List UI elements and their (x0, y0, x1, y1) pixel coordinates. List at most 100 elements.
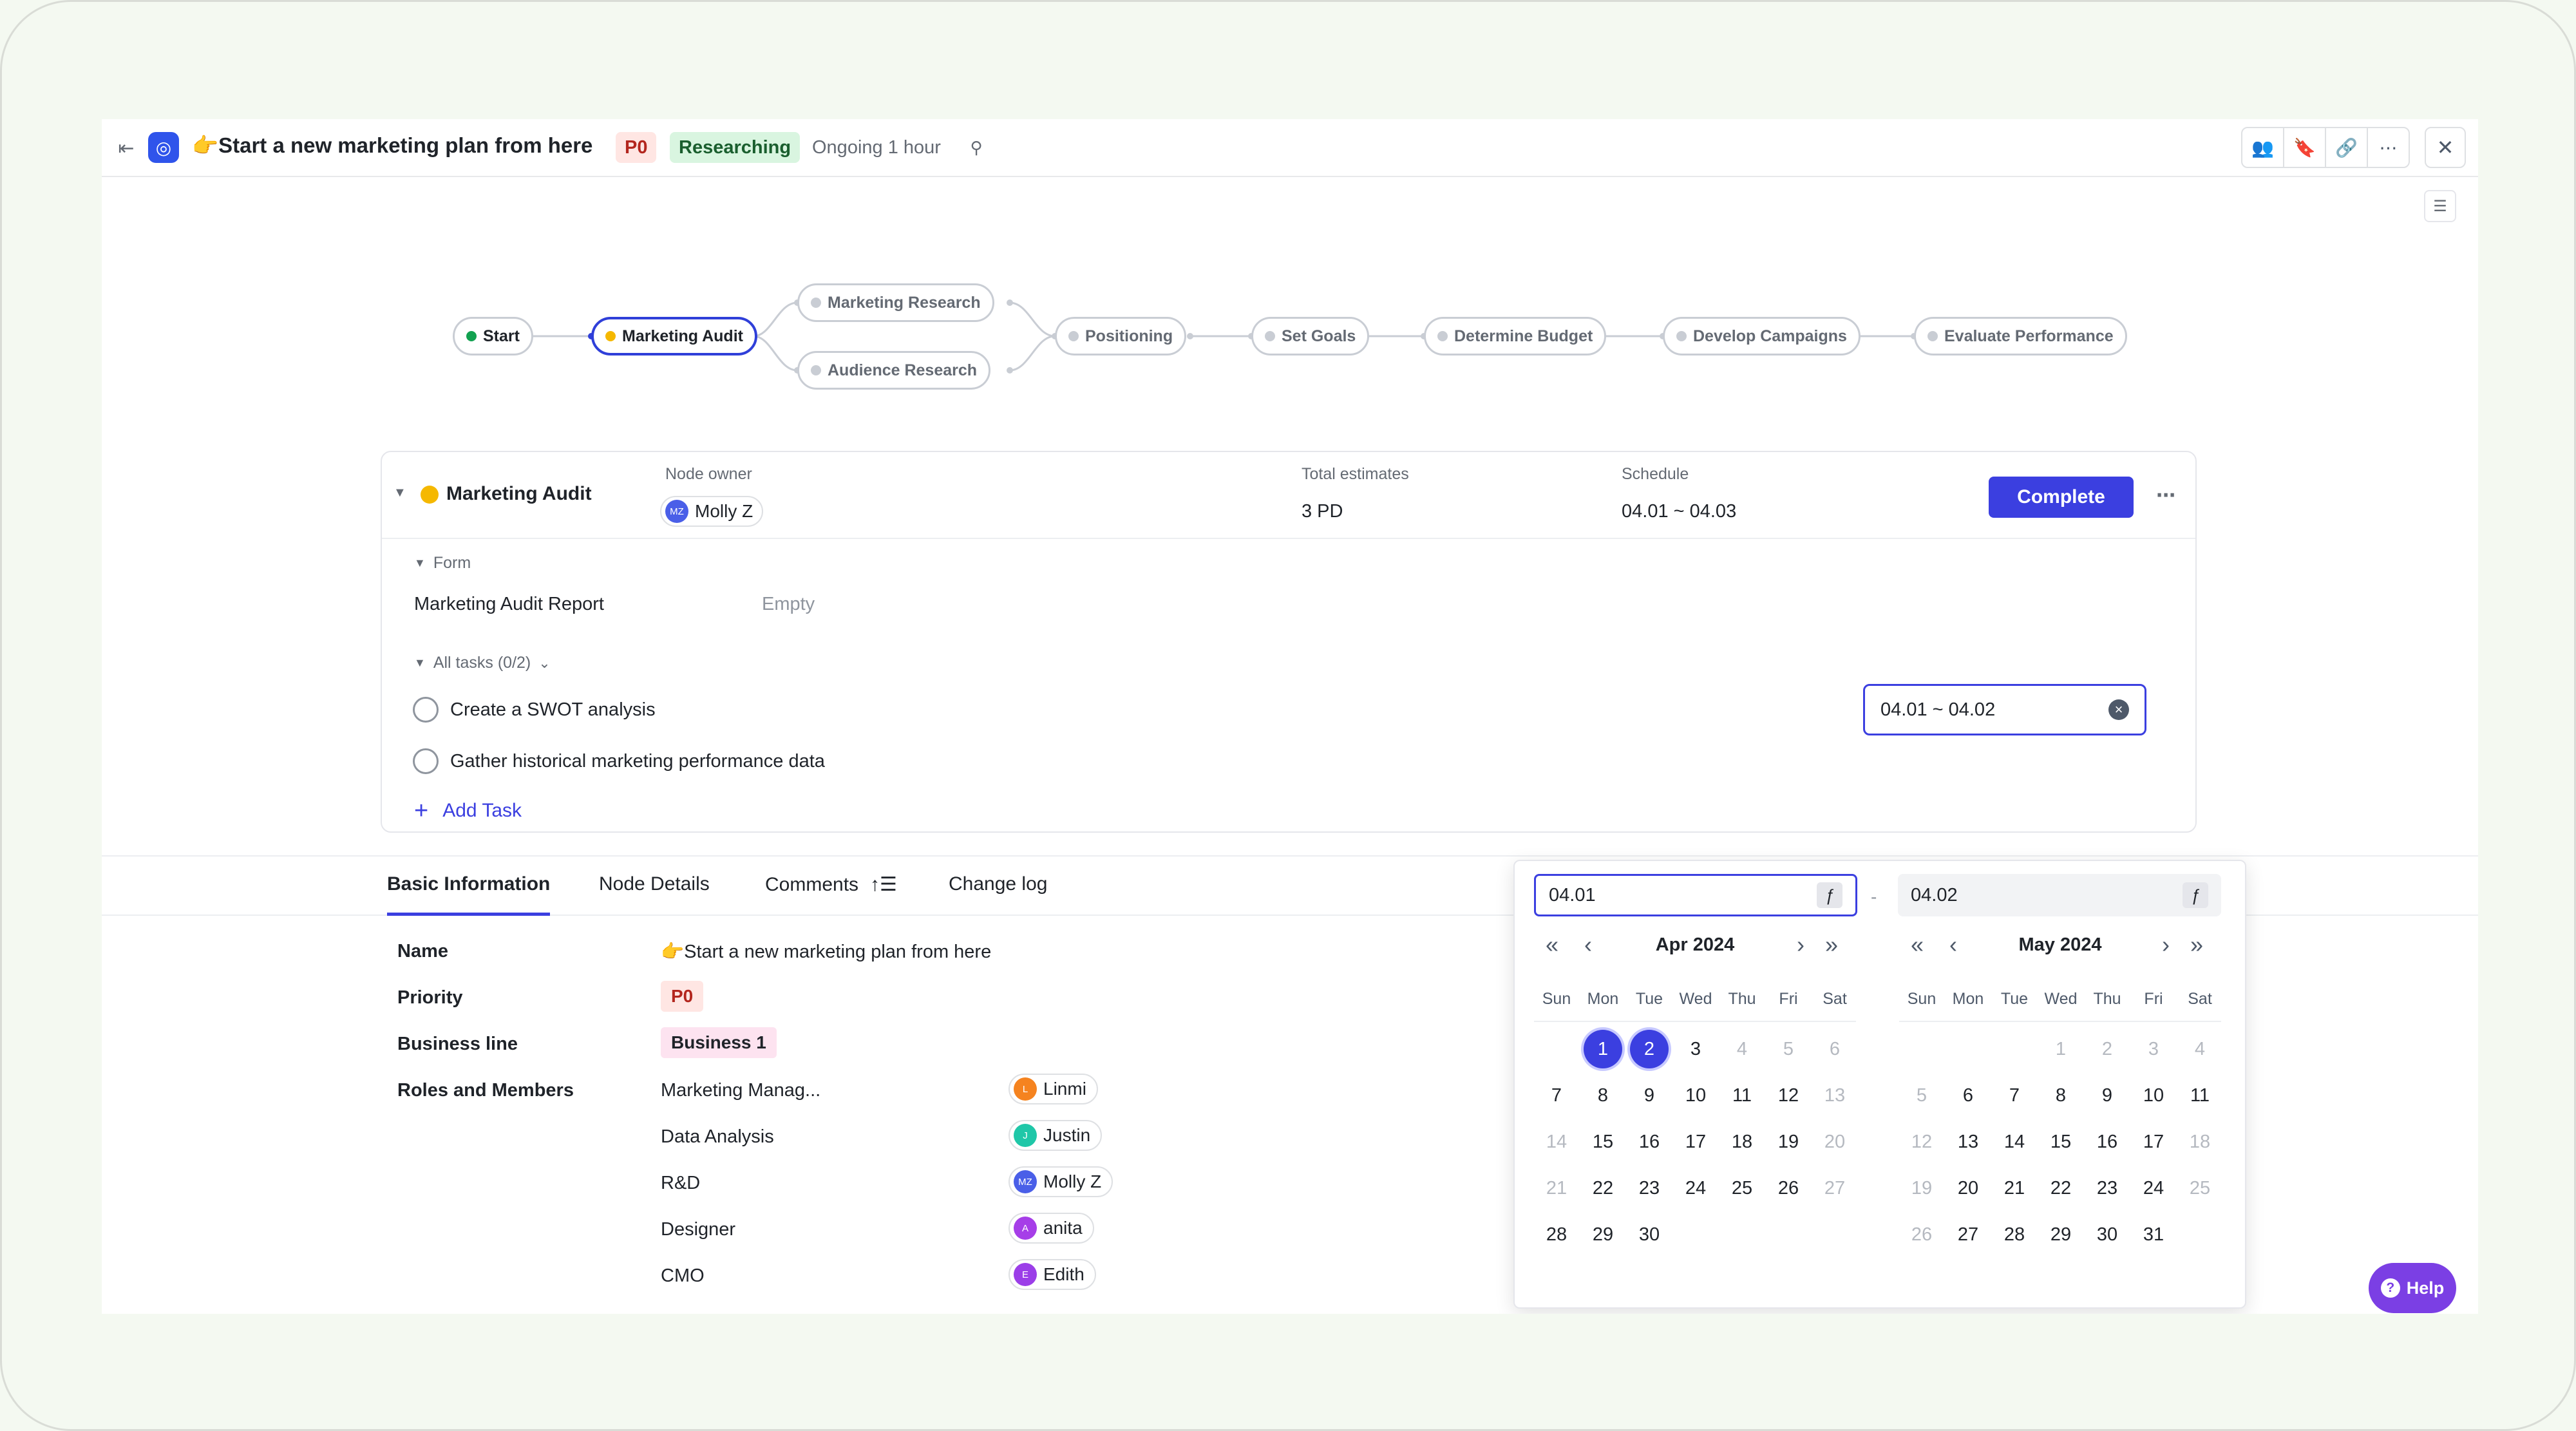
calendar-day[interactable]: 25 (1723, 1169, 1761, 1208)
calendar-day[interactable]: 18 (2181, 1123, 2219, 1161)
flow-node-marketing-audit[interactable]: Marketing Audit (591, 317, 757, 355)
calendar-day[interactable]: 10 (1676, 1076, 1715, 1115)
calendar-day[interactable]: 2 (2088, 1030, 2126, 1068)
tab-change-log[interactable]: Change log (949, 873, 1047, 916)
tasks-section-toggle[interactable]: ▼ All tasks (0/2) ⌄ (414, 654, 551, 672)
calendar-day[interactable]: 4 (1723, 1030, 1761, 1068)
flow-node-audience-research[interactable]: Audience Research (797, 351, 991, 390)
calendar-day[interactable]: 17 (2134, 1123, 2173, 1161)
task-date-input[interactable]: 04.01 ~ 04.02 × (1863, 684, 2146, 735)
calendar-day[interactable]: 28 (1995, 1215, 2034, 1254)
calendar-day[interactable]: 28 (1537, 1215, 1576, 1254)
calendar-day[interactable]: 11 (2181, 1076, 2219, 1115)
priority-chip[interactable]: P0 (661, 981, 704, 1012)
start-date-input[interactable]: 04.01 ƒ (1534, 874, 1857, 916)
calendar-day[interactable]: 21 (1537, 1169, 1576, 1208)
calendar-day[interactable]: 7 (1537, 1076, 1576, 1115)
calendar-day[interactable]: 30 (1630, 1215, 1669, 1254)
member-chip[interactable]: Aanita (1009, 1213, 1094, 1244)
calendar-day[interactable]: 15 (2041, 1123, 2080, 1161)
calendar-day[interactable]: 2 (1630, 1030, 1669, 1068)
flow-node-evaluate-performance[interactable]: Evaluate Performance (1914, 317, 2127, 355)
calendar-day[interactable]: 17 (1676, 1123, 1715, 1161)
next-month-icon[interactable]: › (1797, 932, 1804, 958)
calendar-day[interactable]: 14 (1537, 1123, 1576, 1161)
calendar-day[interactable]: 9 (1630, 1076, 1669, 1115)
calendar-day[interactable]: 9 (2088, 1076, 2126, 1115)
clear-icon[interactable]: × (2108, 699, 2129, 720)
calendar-day[interactable]: 24 (1676, 1169, 1715, 1208)
flow-node-determine-budget[interactable]: Determine Budget (1424, 317, 1607, 355)
calendar-day[interactable]: 10 (2134, 1076, 2173, 1115)
calendar-day[interactable]: 4 (2181, 1030, 2219, 1068)
member-chip[interactable]: J Justin (1009, 1120, 1103, 1151)
tab-comments[interactable]: Comments ↑☰ (765, 873, 897, 916)
calendar-day[interactable]: 22 (1584, 1169, 1622, 1208)
calendar-day[interactable]: 14 (1995, 1123, 2034, 1161)
calendar-day[interactable]: 29 (2041, 1215, 2080, 1254)
task-checkbox[interactable] (413, 697, 439, 723)
calendar-day[interactable]: 16 (2088, 1123, 2126, 1161)
complete-button[interactable]: Complete (1989, 477, 2134, 518)
tab-basic-information[interactable]: Basic Information (387, 873, 551, 916)
add-task-button[interactable]: + Add Task (414, 799, 522, 823)
member-chip[interactable]: L Linmi (1009, 1074, 1098, 1104)
task-checkbox[interactable] (413, 748, 439, 774)
calendar-day[interactable]: 26 (1902, 1215, 1941, 1254)
formula-icon[interactable]: ƒ (1817, 882, 1842, 908)
next-month-icon[interactable]: › (2162, 932, 2170, 958)
calendar-day[interactable]: 24 (2134, 1169, 2173, 1208)
calendar-day[interactable]: 30 (2088, 1215, 2126, 1254)
flow-node-set-goals[interactable]: Set Goals (1251, 317, 1370, 355)
next-year-icon[interactable]: » (1825, 932, 1838, 958)
name-value[interactable]: 👉Start a new marketing plan from here (661, 941, 991, 963)
member-chip[interactable]: E Edith (1009, 1259, 1096, 1290)
calendar-day[interactable]: 25 (2181, 1169, 2219, 1208)
collapse-caret-icon[interactable]: ▼ (393, 486, 406, 500)
calendar-day[interactable]: 12 (1769, 1076, 1808, 1115)
calendar-day[interactable]: 18 (1723, 1123, 1761, 1161)
calendar-day[interactable]: 21 (1995, 1169, 2034, 1208)
calendar-day[interactable]: 29 (1584, 1215, 1622, 1254)
calendar-day[interactable]: 13 (1949, 1123, 1987, 1161)
calendar-day[interactable]: 23 (2088, 1169, 2126, 1208)
calendar-day[interactable]: 1 (2041, 1030, 2080, 1068)
flow-node-develop-campaigns[interactable]: Develop Campaigns (1663, 317, 1861, 355)
member-chip[interactable]: MZ Molly Z (1009, 1166, 1113, 1197)
flow-node-marketing-research[interactable]: Marketing Research (797, 283, 994, 322)
calendar-day[interactable]: 12 (1902, 1123, 1941, 1161)
calendar-day[interactable]: 8 (2041, 1076, 2080, 1115)
calendar-day[interactable]: 6 (1815, 1030, 1854, 1068)
calendar-day[interactable]: 1 (1584, 1030, 1622, 1068)
calendar-day[interactable]: 5 (1902, 1076, 1941, 1115)
calendar-day[interactable]: 22 (2041, 1169, 2080, 1208)
calendar-day[interactable]: 27 (1815, 1169, 1854, 1208)
calendar-day[interactable]: 23 (1630, 1169, 1669, 1208)
calendar-day[interactable]: 11 (1723, 1076, 1761, 1115)
flow-node-positioning[interactable]: Positioning (1055, 317, 1187, 355)
calendar-day[interactable]: 31 (2134, 1215, 2173, 1254)
calendar-day[interactable]: 19 (1902, 1169, 1941, 1208)
schedule-value[interactable]: 04.01 ~ 04.03 (1622, 501, 1736, 522)
calendar-day[interactable]: 20 (1949, 1169, 1987, 1208)
calendar-day[interactable]: 6 (1949, 1076, 1987, 1115)
calendar-day[interactable]: 3 (1676, 1030, 1715, 1068)
next-year-icon[interactable]: » (2190, 932, 2203, 958)
calendar-day[interactable]: 7 (1995, 1076, 2034, 1115)
report-value[interactable]: Empty (762, 594, 815, 615)
calendar-day[interactable]: 19 (1769, 1123, 1808, 1161)
calendar-day[interactable]: 27 (1949, 1215, 1987, 1254)
business-line-chip[interactable]: Business 1 (661, 1027, 777, 1058)
flow-node-start[interactable]: Start (453, 317, 533, 355)
form-section-toggle[interactable]: ▼ Form (414, 554, 471, 573)
calendar-day[interactable]: 16 (1630, 1123, 1669, 1161)
calendar-day[interactable]: 15 (1584, 1123, 1622, 1161)
formula-icon[interactable]: ƒ (2183, 882, 2208, 908)
calendar-day[interactable]: 26 (1769, 1169, 1808, 1208)
calendar-day[interactable]: 8 (1584, 1076, 1622, 1115)
end-date-input[interactable]: 04.02 ƒ (1898, 874, 2221, 916)
calendar-day[interactable]: 5 (1769, 1030, 1808, 1068)
calendar-day[interactable]: 13 (1815, 1076, 1854, 1115)
calendar-day[interactable]: 20 (1815, 1123, 1854, 1161)
tab-node-details[interactable]: Node Details (599, 873, 710, 916)
